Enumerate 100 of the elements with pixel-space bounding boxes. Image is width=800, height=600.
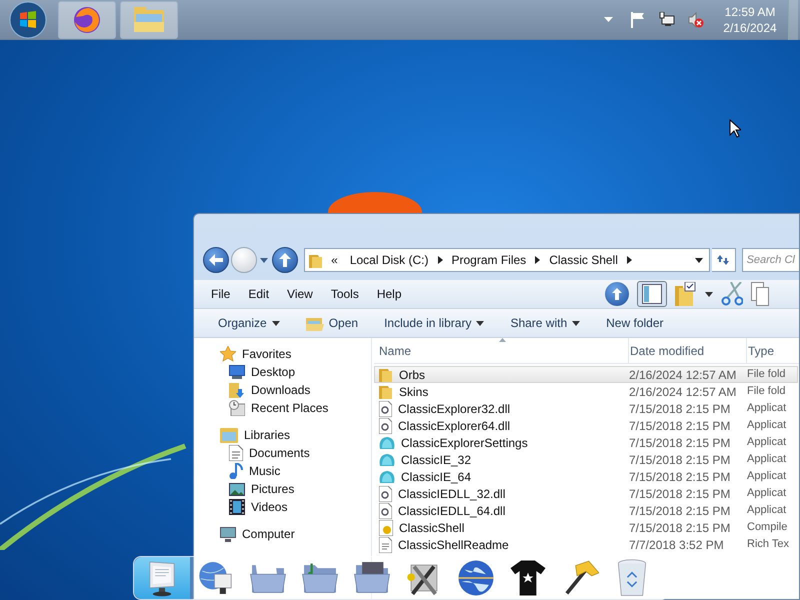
folder-checkmark-icon[interactable] [675, 282, 697, 306]
file-name: Skins [399, 384, 428, 400]
shell-icon [379, 470, 395, 484]
preview-pane-button[interactable] [637, 281, 667, 307]
clock-date: 2/16/2024 [723, 20, 777, 36]
scissors-icon[interactable] [721, 282, 743, 306]
mouse-pointer-icon [729, 119, 741, 138]
up-button[interactable] [605, 282, 629, 306]
file-type: Applicat [747, 486, 786, 502]
film-strip-icon [229, 499, 245, 515]
taskbar-button[interactable] [58, 0, 116, 38]
nav-item[interactable]: Videos [194, 498, 371, 516]
globe-icon [457, 559, 495, 597]
folder-icon [133, 6, 165, 32]
network-icon[interactable] [659, 12, 675, 27]
breadcrumb-arrow-icon[interactable] [438, 256, 442, 264]
computer-icon [220, 526, 236, 542]
nav-group-label: Favorites [242, 346, 292, 363]
flag-icon[interactable] [631, 12, 645, 28]
toolbar-button[interactable]: Share with [498, 310, 592, 336]
nav-group[interactable]: Computer [194, 525, 371, 543]
nav-item[interactable]: Music [194, 462, 371, 480]
up-button[interactable] [272, 247, 298, 273]
nav-item-label: Music [249, 463, 280, 480]
file-type: File fold [747, 367, 786, 382]
breadcrumb[interactable]: Classic Shell [545, 251, 622, 269]
file-row[interactable]: Orbs 2/16/2024 12:57 AM File fold [374, 366, 798, 383]
column-header[interactable]: Type [746, 338, 799, 363]
column-header[interactable]: Name [374, 338, 628, 363]
fox-globe-icon [72, 4, 102, 34]
breadcrumb-arrow-icon[interactable] [626, 256, 632, 264]
dropdown-caret-icon[interactable] [694, 258, 703, 262]
picture-icon [229, 482, 245, 496]
nav-group[interactable]: Libraries [194, 426, 371, 444]
monitor-icon [229, 365, 245, 379]
refresh-button[interactable] [712, 248, 736, 272]
file-name: ClassicIE_64 [401, 468, 472, 486]
dropdown-caret-icon[interactable] [705, 292, 713, 296]
toolbar-button[interactable]: Include in library [372, 310, 496, 336]
file-row[interactable]: ClassicShell 7/15/2018 2:15 PM Compile [374, 519, 798, 536]
file-row[interactable]: ClassicIEDLL_32.dll 7/15/2018 2:15 PM Applicat [374, 485, 798, 502]
file-row[interactable]: ClassicExplorer64.dll 7/15/2018 2:15 PM Applicat [374, 417, 798, 434]
nav-item[interactable]: Downloads [194, 381, 371, 399]
dropdown-caret-icon [260, 258, 268, 262]
volume-icon[interactable] [688, 12, 704, 28]
menu-item[interactable]: Help [368, 283, 411, 305]
dropdown-caret-icon [572, 320, 580, 326]
show-hidden-icons-icon[interactable] [604, 17, 613, 22]
file-row[interactable]: ClassicShellReadme 7/7/2018 3:52 PM Rich Tex [374, 536, 798, 553]
file-type: Applicat [747, 418, 786, 434]
nav-item[interactable]: Pictures [194, 480, 371, 498]
address-bar[interactable]: « Local Disk (C:) Program Files Classic Shell [304, 248, 710, 272]
menu-item[interactable]: Edit [239, 283, 278, 305]
dropdown-caret-icon [272, 320, 280, 326]
copy-pages-icon[interactable] [751, 282, 769, 306]
folder-icon [379, 367, 393, 382]
date-modified: 7/15/2018 2:15 PM [629, 400, 732, 418]
file-type: File fold [747, 384, 786, 400]
refresh-arrows-icon [716, 254, 730, 266]
file-row[interactable]: ClassicIE_64 7/15/2018 2:15 PM Applicat [374, 468, 798, 485]
toolbar-button[interactable]: Open [294, 310, 370, 336]
nav-item-label: Recent Places [251, 400, 328, 417]
folder-icon [379, 384, 393, 399]
music-note-icon [229, 463, 243, 479]
toolbar-button[interactable]: New folder [594, 310, 676, 336]
file-row[interactable]: Skins 2/16/2024 12:57 AM File fold [374, 383, 798, 400]
overflow-chevron[interactable]: « [331, 251, 338, 269]
text-file-icon [379, 536, 392, 552]
nav-item-label: Pictures [251, 481, 294, 498]
nav-item[interactable]: Recent Places [194, 399, 371, 417]
breadcrumb[interactable]: Program Files [448, 251, 530, 269]
breadcrumb-arrow-icon[interactable] [535, 256, 540, 264]
date-modified: 7/15/2018 2:15 PM [629, 520, 732, 536]
date-modified: 7/15/2018 2:15 PM [629, 452, 732, 468]
menu-item[interactable]: View [278, 283, 322, 305]
menu-item[interactable]: File [202, 283, 240, 305]
file-name: ClassicExplorerSettings [401, 434, 528, 452]
nav-item[interactable]: Documents [194, 444, 371, 462]
column-header[interactable]: Date modified [628, 338, 746, 363]
nav-item-label: Downloads [251, 382, 310, 399]
file-row[interactable]: ClassicExplorer32.dll 7/15/2018 2:15 PM Applicat [374, 400, 798, 417]
toolbar-button[interactable]: Organize [206, 310, 292, 336]
file-row[interactable]: ClassicIE_32 7/15/2018 2:15 PM Applicat [374, 451, 798, 468]
file-name: ClassicShell [399, 520, 464, 536]
file-gear-icon [379, 400, 392, 416]
file-row[interactable]: ClassicIEDLL_64.dll 7/15/2018 2:15 PM Applicat [374, 502, 798, 519]
file-row[interactable]: ClassicExplorerSettings 7/15/2018 2:15 PM Applicat [374, 434, 798, 451]
file-name: ClassicIE_32 [401, 452, 472, 468]
file-name: Orbs [399, 366, 426, 384]
breadcrumb[interactable]: Local Disk (C:) [346, 251, 432, 269]
menu-item[interactable]: Tools [322, 283, 368, 305]
file-name: ClassicShellReadme [398, 536, 509, 554]
file-name: ClassicIEDLL_32.dll [398, 486, 506, 502]
back-button[interactable] [203, 247, 229, 273]
nav-group[interactable]: Favorites [194, 345, 371, 363]
nav-group-label: Computer [242, 526, 295, 543]
file-type: Applicat [747, 401, 786, 416]
dock-item[interactable] [134, 557, 190, 599]
file-gear-icon [379, 502, 392, 518]
nav-item[interactable]: Desktop [194, 363, 371, 381]
